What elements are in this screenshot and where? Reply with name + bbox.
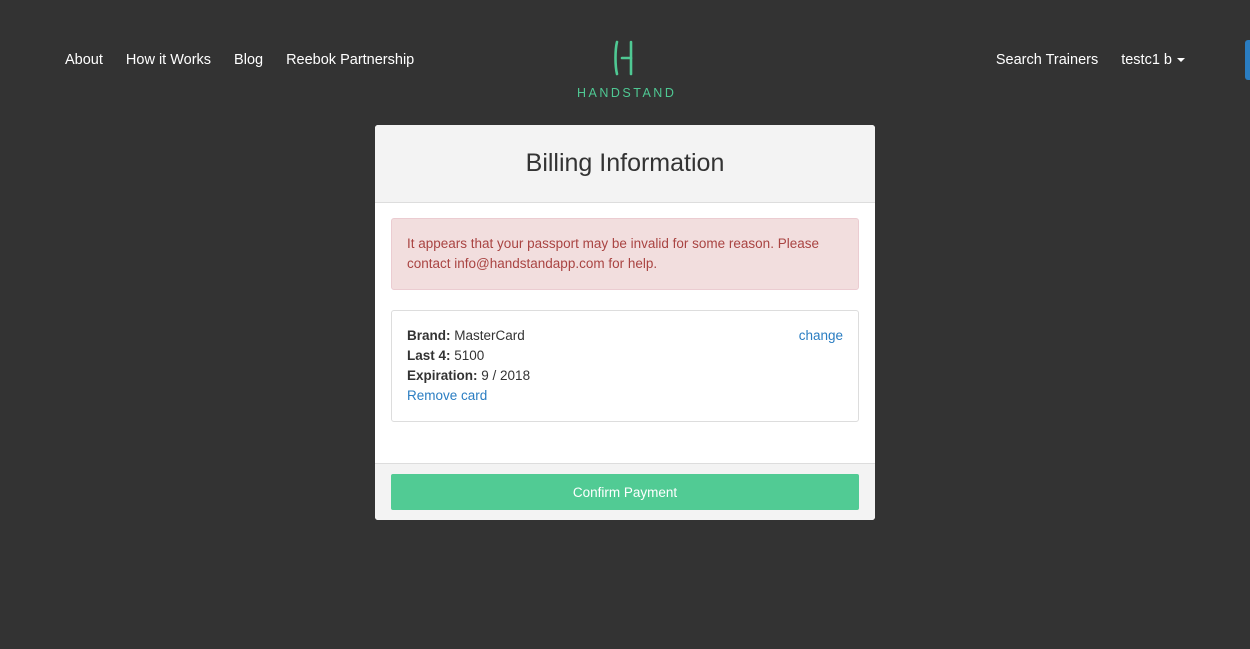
card-expiration-value: 9 / 2018 [481, 368, 531, 383]
handstand-logo[interactable]: HANDSTAND [575, 40, 675, 100]
billing-card-header: Billing Information [375, 125, 875, 203]
confirm-payment-button[interactable]: Confirm Payment [391, 474, 859, 510]
card-brand-value: MasterCard [454, 328, 525, 343]
feedback-tab[interactable] [1245, 40, 1250, 80]
caret-down-icon [1177, 58, 1185, 63]
remove-card-row: Remove card [407, 386, 843, 406]
search-trainers-link[interactable]: Search Trainers [996, 51, 1098, 69]
nav-blog-link[interactable]: Blog [234, 51, 263, 69]
billing-card: Billing Information It appears that your… [375, 125, 875, 520]
handstand-logo-mark-icon [614, 40, 633, 76]
user-menu-dropdown[interactable]: testc1 b [1121, 51, 1185, 69]
billing-card-footer: Confirm Payment [375, 463, 875, 520]
page-title: Billing Information [525, 149, 725, 177]
card-expiration-label: Expiration: [407, 368, 478, 383]
remove-card-link[interactable]: Remove card [407, 388, 487, 403]
card-brand-row: Brand: MasterCard [407, 326, 843, 346]
primary-nav: About How it Works Blog Reebok Partnersh… [65, 51, 437, 69]
secondary-nav: Search Trainers testc1 b [973, 51, 1185, 69]
card-brand-label: Brand: [407, 328, 451, 343]
passport-invalid-alert: It appears that your passport may be inv… [391, 218, 859, 290]
nav-how-it-works-link[interactable]: How it Works [126, 51, 211, 69]
card-last4-row: Last 4: 5100 [407, 346, 843, 366]
card-last4-label: Last 4: [407, 348, 451, 363]
logo-wordmark: HANDSTAND [577, 86, 677, 100]
nav-reebok-partnership-link[interactable]: Reebok Partnership [286, 51, 414, 69]
card-expiration-row: Expiration: 9 / 2018 [407, 366, 843, 386]
saved-card-panel: Brand: MasterCard Last 4: 5100 Expiratio… [391, 310, 859, 422]
nav-about-link[interactable]: About [65, 51, 103, 69]
user-menu-label: testc1 b [1121, 52, 1172, 68]
card-last4-value: 5100 [454, 348, 485, 363]
change-card-link[interactable]: change [799, 326, 843, 346]
